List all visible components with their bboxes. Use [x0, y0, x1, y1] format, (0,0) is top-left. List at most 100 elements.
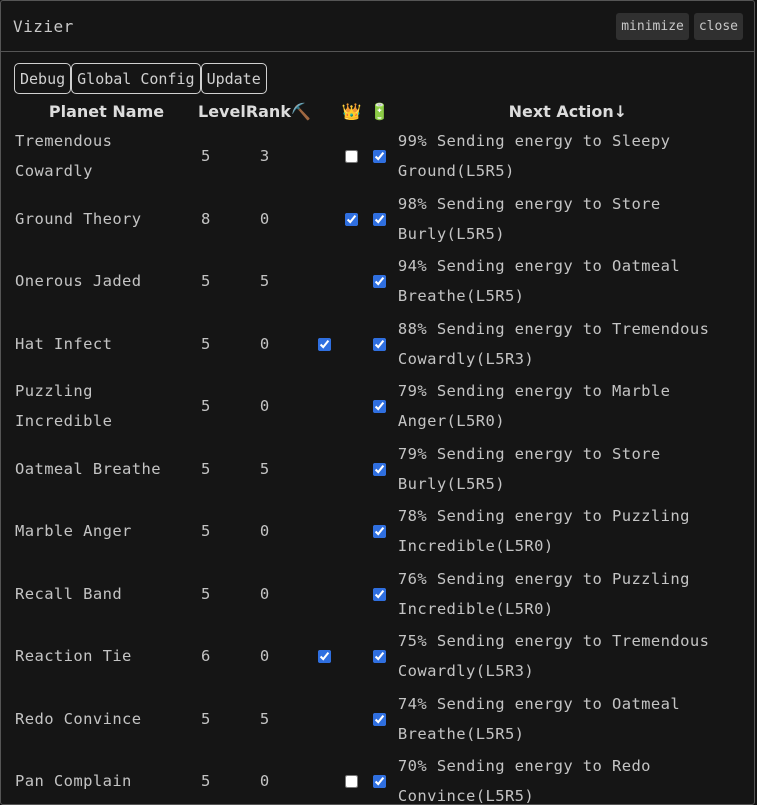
mine-cell [311, 125, 338, 188]
battery-checkbox[interactable] [373, 400, 387, 414]
mine-cell [311, 500, 338, 563]
planet-rank: 0 [259, 209, 270, 228]
crown-cell [338, 125, 366, 188]
next-action: 99% Sending energy to Sleepy Ground(L5R5… [397, 132, 671, 181]
header-battery[interactable]: 🔋 [366, 97, 394, 125]
battery-checkbox[interactable] [373, 150, 387, 164]
crown-cell [338, 688, 366, 751]
global-config-button[interactable]: Global Config [71, 63, 201, 94]
next-action: 75% Sending energy to Tremendous Cowardl… [397, 632, 710, 681]
battery-checkbox[interactable] [373, 212, 387, 226]
planet-level: 5 [201, 772, 211, 791]
planet-name: Recall Band [15, 584, 123, 603]
planet-level: 5 [201, 272, 211, 291]
planet-name: Marble Anger [15, 522, 132, 541]
crown-cell [338, 625, 366, 688]
battery-checkbox[interactable] [373, 775, 387, 789]
planet-name: Oatmeal Breathe [15, 459, 161, 478]
vizier-window: Vizier minimize close Debug Global Confi… [0, 0, 755, 805]
mine-cell [311, 563, 338, 626]
planet-level: 5 [201, 459, 211, 478]
mine-checkbox[interactable] [317, 337, 331, 351]
crown-checkbox[interactable] [345, 212, 359, 226]
battery-checkbox[interactable] [373, 337, 387, 351]
battery-checkbox[interactable] [373, 587, 387, 601]
battery-cell [366, 250, 394, 313]
planet-rank: 5 [259, 272, 270, 291]
crown-icon[interactable]: 👑 [338, 97, 366, 125]
battery-icon: 🔋 [369, 101, 390, 121]
planet-rank: 0 [259, 334, 270, 353]
minimize-button[interactable]: minimize [616, 12, 689, 40]
planet-rank: 0 [259, 397, 270, 416]
planet-level: 5 [201, 522, 211, 541]
crown-cell [338, 500, 366, 563]
planet-rank: 0 [259, 584, 270, 603]
next-action: 88% Sending energy to Tremendous Cowardl… [397, 319, 710, 368]
next-action: 76% Sending energy to Puzzling Incredibl… [397, 569, 690, 618]
table-row: Ground Theory 8 0 98% Sending energy to Sto… [12, 188, 738, 251]
battery-cell [366, 125, 394, 188]
crown-icon: 👑 [341, 101, 362, 121]
planet-level: 8 [201, 209, 211, 228]
table-row: Recall Band 5 0 76% Sending energy to Puzzl… [12, 563, 738, 626]
crown-checkbox[interactable] [345, 775, 359, 789]
planet-rank: 0 [259, 522, 270, 541]
planet-name: Tremendous Cowardly [15, 132, 113, 181]
header-planet-name[interactable]: Planet Name [12, 97, 198, 125]
battery-cell [366, 375, 394, 438]
mine-cell [311, 750, 338, 804]
battery-cell [366, 500, 394, 563]
battery-cell [366, 313, 394, 376]
crown-cell [338, 563, 366, 626]
battery-checkbox[interactable] [373, 525, 387, 539]
battery-cell [366, 688, 394, 751]
next-action: 70% Sending energy to Redo Convince(L5R5… [397, 757, 651, 805]
header-rank[interactable]: Rank⛏️ [246, 97, 311, 125]
battery-checkbox[interactable] [373, 462, 387, 476]
crown-cell [338, 250, 366, 313]
crown-cell [338, 750, 366, 804]
planet-rank: 0 [259, 647, 270, 666]
table-header-row: Planet Name Level Rank⛏️ 👑 🔋 Next Action… [12, 97, 738, 125]
next-action: 79% Sending energy to Marble Anger(L5R0) [397, 382, 671, 431]
header-next-action[interactable]: Next Action↓ [394, 97, 738, 125]
mine-cell [311, 250, 338, 313]
battery-checkbox[interactable] [373, 712, 387, 726]
planet-name: Redo Convince [15, 709, 142, 728]
debug-button[interactable]: Debug [14, 63, 72, 94]
battery-cell [366, 563, 394, 626]
planet-rank: 3 [259, 147, 270, 166]
planet-rank: 0 [259, 772, 270, 791]
battery-checkbox[interactable] [373, 650, 387, 664]
header-rank-label: Rank [245, 101, 291, 121]
mine-checkbox[interactable] [317, 650, 331, 664]
table-row: Oatmeal Breathe 5 5 79% Sending energy to S… [12, 438, 738, 501]
planet-name: Hat Infect [15, 334, 113, 353]
next-action: 98% Sending energy to Store Burly(L5R5) [397, 194, 661, 243]
table-row: Reaction Tie 6 0 75% Sending energy to Trem… [12, 625, 738, 688]
header-level[interactable]: Level [198, 97, 246, 125]
close-button[interactable]: close [693, 12, 743, 40]
planet-name: Onerous Jaded [15, 272, 142, 291]
crown-cell [338, 313, 366, 376]
battery-checkbox[interactable] [373, 275, 387, 289]
table-row: Puzzling Incredible 5 0 79% Sending energy … [12, 375, 738, 438]
table-row: Marble Anger 5 0 78% Sending energy to Puzz… [12, 500, 738, 563]
crown-checkbox[interactable] [345, 150, 359, 164]
title-bar[interactable]: Vizier minimize close [1, 1, 754, 52]
toolbar: Debug Global Config Update [14, 63, 267, 94]
update-button[interactable]: Update [200, 63, 267, 94]
planet-level: 6 [201, 647, 211, 666]
table-row: Onerous Jaded 5 5 94% Sending energy to Oat… [12, 250, 738, 313]
mine-cell [311, 375, 338, 438]
crown-cell [338, 188, 366, 251]
planet-level: 5 [201, 709, 211, 728]
planet-level: 5 [201, 397, 211, 416]
next-action: 79% Sending energy to Store Burly(L5R5) [397, 444, 661, 493]
table-row: Tremendous Cowardly 5 3 99% Sending energy … [12, 125, 738, 188]
next-action: 78% Sending energy to Puzzling Incredibl… [397, 507, 690, 556]
table-row: Redo Convince 5 5 74% Sending energy to Oat… [12, 688, 738, 751]
pickaxe-icon: ⛏️ [290, 101, 311, 121]
window-title: Vizier [13, 16, 74, 36]
